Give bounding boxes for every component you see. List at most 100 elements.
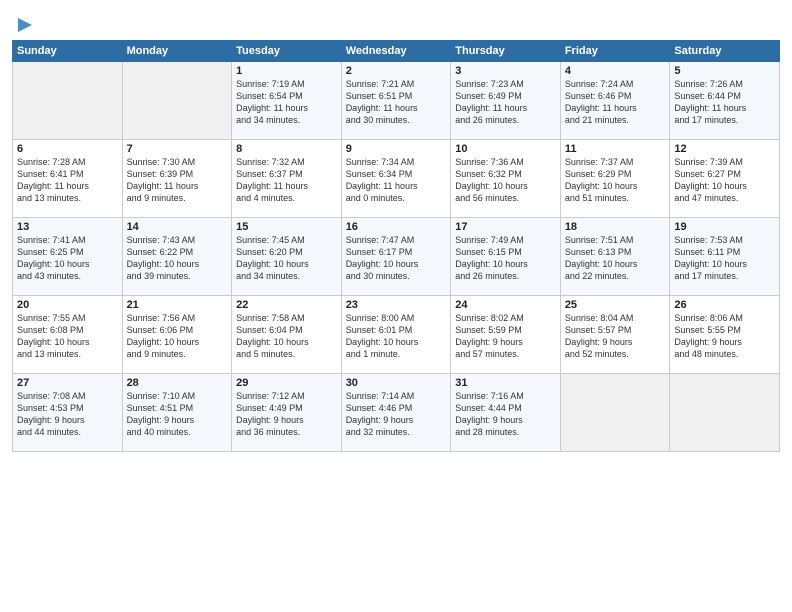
- weekday-header: Thursday: [451, 41, 561, 62]
- day-info: Sunrise: 7:34 AM Sunset: 6:34 PM Dayligh…: [346, 156, 447, 205]
- day-info: Sunrise: 7:51 AM Sunset: 6:13 PM Dayligh…: [565, 234, 666, 283]
- day-number: 24: [455, 299, 556, 311]
- day-number: 21: [127, 299, 228, 311]
- day-number: 10: [455, 143, 556, 155]
- day-number: 30: [346, 377, 447, 389]
- day-info: Sunrise: 8:02 AM Sunset: 5:59 PM Dayligh…: [455, 312, 556, 361]
- calendar-table: SundayMondayTuesdayWednesdayThursdayFrid…: [12, 40, 780, 452]
- day-info: Sunrise: 7:43 AM Sunset: 6:22 PM Dayligh…: [127, 234, 228, 283]
- page-container: SundayMondayTuesdayWednesdayThursdayFrid…: [0, 0, 792, 460]
- calendar-week-row: 1Sunrise: 7:19 AM Sunset: 6:54 PM Daylig…: [13, 62, 780, 140]
- calendar-week-row: 13Sunrise: 7:41 AM Sunset: 6:25 PM Dayli…: [13, 218, 780, 296]
- weekday-header: Sunday: [13, 41, 123, 62]
- day-info: Sunrise: 7:55 AM Sunset: 6:08 PM Dayligh…: [17, 312, 118, 361]
- weekday-header: Saturday: [670, 41, 780, 62]
- calendar-cell: 3Sunrise: 7:23 AM Sunset: 6:49 PM Daylig…: [451, 62, 561, 140]
- day-number: 15: [236, 221, 337, 233]
- calendar-cell: 14Sunrise: 7:43 AM Sunset: 6:22 PM Dayli…: [122, 218, 232, 296]
- calendar-cell: 29Sunrise: 7:12 AM Sunset: 4:49 PM Dayli…: [232, 374, 342, 452]
- day-number: 25: [565, 299, 666, 311]
- day-number: 13: [17, 221, 118, 233]
- day-number: 31: [455, 377, 556, 389]
- logo-icon: [14, 14, 36, 36]
- calendar-cell: 27Sunrise: 7:08 AM Sunset: 4:53 PM Dayli…: [13, 374, 123, 452]
- day-number: 29: [236, 377, 337, 389]
- day-info: Sunrise: 7:49 AM Sunset: 6:15 PM Dayligh…: [455, 234, 556, 283]
- day-info: Sunrise: 7:36 AM Sunset: 6:32 PM Dayligh…: [455, 156, 556, 205]
- calendar-cell: 16Sunrise: 7:47 AM Sunset: 6:17 PM Dayli…: [341, 218, 451, 296]
- calendar-cell: [122, 62, 232, 140]
- calendar-week-row: 27Sunrise: 7:08 AM Sunset: 4:53 PM Dayli…: [13, 374, 780, 452]
- calendar-cell: 23Sunrise: 8:00 AM Sunset: 6:01 PM Dayli…: [341, 296, 451, 374]
- day-info: Sunrise: 7:16 AM Sunset: 4:44 PM Dayligh…: [455, 390, 556, 439]
- day-number: 23: [346, 299, 447, 311]
- day-info: Sunrise: 7:23 AM Sunset: 6:49 PM Dayligh…: [455, 78, 556, 127]
- calendar-cell: 28Sunrise: 7:10 AM Sunset: 4:51 PM Dayli…: [122, 374, 232, 452]
- calendar-cell: 25Sunrise: 8:04 AM Sunset: 5:57 PM Dayli…: [560, 296, 670, 374]
- weekday-header-row: SundayMondayTuesdayWednesdayThursdayFrid…: [13, 41, 780, 62]
- calendar-cell: 15Sunrise: 7:45 AM Sunset: 6:20 PM Dayli…: [232, 218, 342, 296]
- day-number: 12: [674, 143, 775, 155]
- day-number: 18: [565, 221, 666, 233]
- day-number: 20: [17, 299, 118, 311]
- calendar-cell: 18Sunrise: 7:51 AM Sunset: 6:13 PM Dayli…: [560, 218, 670, 296]
- day-info: Sunrise: 7:39 AM Sunset: 6:27 PM Dayligh…: [674, 156, 775, 205]
- day-number: 22: [236, 299, 337, 311]
- day-info: Sunrise: 7:41 AM Sunset: 6:25 PM Dayligh…: [17, 234, 118, 283]
- day-number: 28: [127, 377, 228, 389]
- day-info: Sunrise: 8:04 AM Sunset: 5:57 PM Dayligh…: [565, 312, 666, 361]
- day-info: Sunrise: 7:12 AM Sunset: 4:49 PM Dayligh…: [236, 390, 337, 439]
- calendar-cell: 20Sunrise: 7:55 AM Sunset: 6:08 PM Dayli…: [13, 296, 123, 374]
- calendar-cell: 2Sunrise: 7:21 AM Sunset: 6:51 PM Daylig…: [341, 62, 451, 140]
- calendar-cell: 10Sunrise: 7:36 AM Sunset: 6:32 PM Dayli…: [451, 140, 561, 218]
- day-number: 9: [346, 143, 447, 155]
- day-info: Sunrise: 7:45 AM Sunset: 6:20 PM Dayligh…: [236, 234, 337, 283]
- day-number: 3: [455, 65, 556, 77]
- calendar-cell: 19Sunrise: 7:53 AM Sunset: 6:11 PM Dayli…: [670, 218, 780, 296]
- calendar-cell: 17Sunrise: 7:49 AM Sunset: 6:15 PM Dayli…: [451, 218, 561, 296]
- day-info: Sunrise: 7:58 AM Sunset: 6:04 PM Dayligh…: [236, 312, 337, 361]
- day-info: Sunrise: 7:28 AM Sunset: 6:41 PM Dayligh…: [17, 156, 118, 205]
- weekday-header: Tuesday: [232, 41, 342, 62]
- day-number: 14: [127, 221, 228, 233]
- day-info: Sunrise: 7:21 AM Sunset: 6:51 PM Dayligh…: [346, 78, 447, 127]
- day-number: 1: [236, 65, 337, 77]
- calendar-cell: 11Sunrise: 7:37 AM Sunset: 6:29 PM Dayli…: [560, 140, 670, 218]
- weekday-header: Wednesday: [341, 41, 451, 62]
- day-number: 8: [236, 143, 337, 155]
- calendar-cell: 22Sunrise: 7:58 AM Sunset: 6:04 PM Dayli…: [232, 296, 342, 374]
- calendar-cell: 5Sunrise: 7:26 AM Sunset: 6:44 PM Daylig…: [670, 62, 780, 140]
- calendar-cell: 13Sunrise: 7:41 AM Sunset: 6:25 PM Dayli…: [13, 218, 123, 296]
- day-number: 7: [127, 143, 228, 155]
- day-info: Sunrise: 7:24 AM Sunset: 6:46 PM Dayligh…: [565, 78, 666, 127]
- day-number: 6: [17, 143, 118, 155]
- day-info: Sunrise: 7:56 AM Sunset: 6:06 PM Dayligh…: [127, 312, 228, 361]
- day-number: 5: [674, 65, 775, 77]
- calendar-cell: [670, 374, 780, 452]
- day-number: 17: [455, 221, 556, 233]
- day-info: Sunrise: 7:26 AM Sunset: 6:44 PM Dayligh…: [674, 78, 775, 127]
- day-number: 16: [346, 221, 447, 233]
- calendar-week-row: 20Sunrise: 7:55 AM Sunset: 6:08 PM Dayli…: [13, 296, 780, 374]
- day-number: 19: [674, 221, 775, 233]
- day-number: 27: [17, 377, 118, 389]
- weekday-header: Monday: [122, 41, 232, 62]
- day-info: Sunrise: 7:14 AM Sunset: 4:46 PM Dayligh…: [346, 390, 447, 439]
- calendar-cell: 7Sunrise: 7:30 AM Sunset: 6:39 PM Daylig…: [122, 140, 232, 218]
- calendar-cell: 26Sunrise: 8:06 AM Sunset: 5:55 PM Dayli…: [670, 296, 780, 374]
- day-info: Sunrise: 7:10 AM Sunset: 4:51 PM Dayligh…: [127, 390, 228, 439]
- calendar-cell: 24Sunrise: 8:02 AM Sunset: 5:59 PM Dayli…: [451, 296, 561, 374]
- day-info: Sunrise: 7:30 AM Sunset: 6:39 PM Dayligh…: [127, 156, 228, 205]
- day-info: Sunrise: 7:37 AM Sunset: 6:29 PM Dayligh…: [565, 156, 666, 205]
- day-info: Sunrise: 7:47 AM Sunset: 6:17 PM Dayligh…: [346, 234, 447, 283]
- weekday-header: Friday: [560, 41, 670, 62]
- calendar-cell: 31Sunrise: 7:16 AM Sunset: 4:44 PM Dayli…: [451, 374, 561, 452]
- calendar-cell: 30Sunrise: 7:14 AM Sunset: 4:46 PM Dayli…: [341, 374, 451, 452]
- day-info: Sunrise: 7:08 AM Sunset: 4:53 PM Dayligh…: [17, 390, 118, 439]
- calendar-cell: 12Sunrise: 7:39 AM Sunset: 6:27 PM Dayli…: [670, 140, 780, 218]
- calendar-cell: [13, 62, 123, 140]
- calendar-cell: 8Sunrise: 7:32 AM Sunset: 6:37 PM Daylig…: [232, 140, 342, 218]
- calendar-cell: 6Sunrise: 7:28 AM Sunset: 6:41 PM Daylig…: [13, 140, 123, 218]
- calendar-cell: [560, 374, 670, 452]
- day-info: Sunrise: 7:53 AM Sunset: 6:11 PM Dayligh…: [674, 234, 775, 283]
